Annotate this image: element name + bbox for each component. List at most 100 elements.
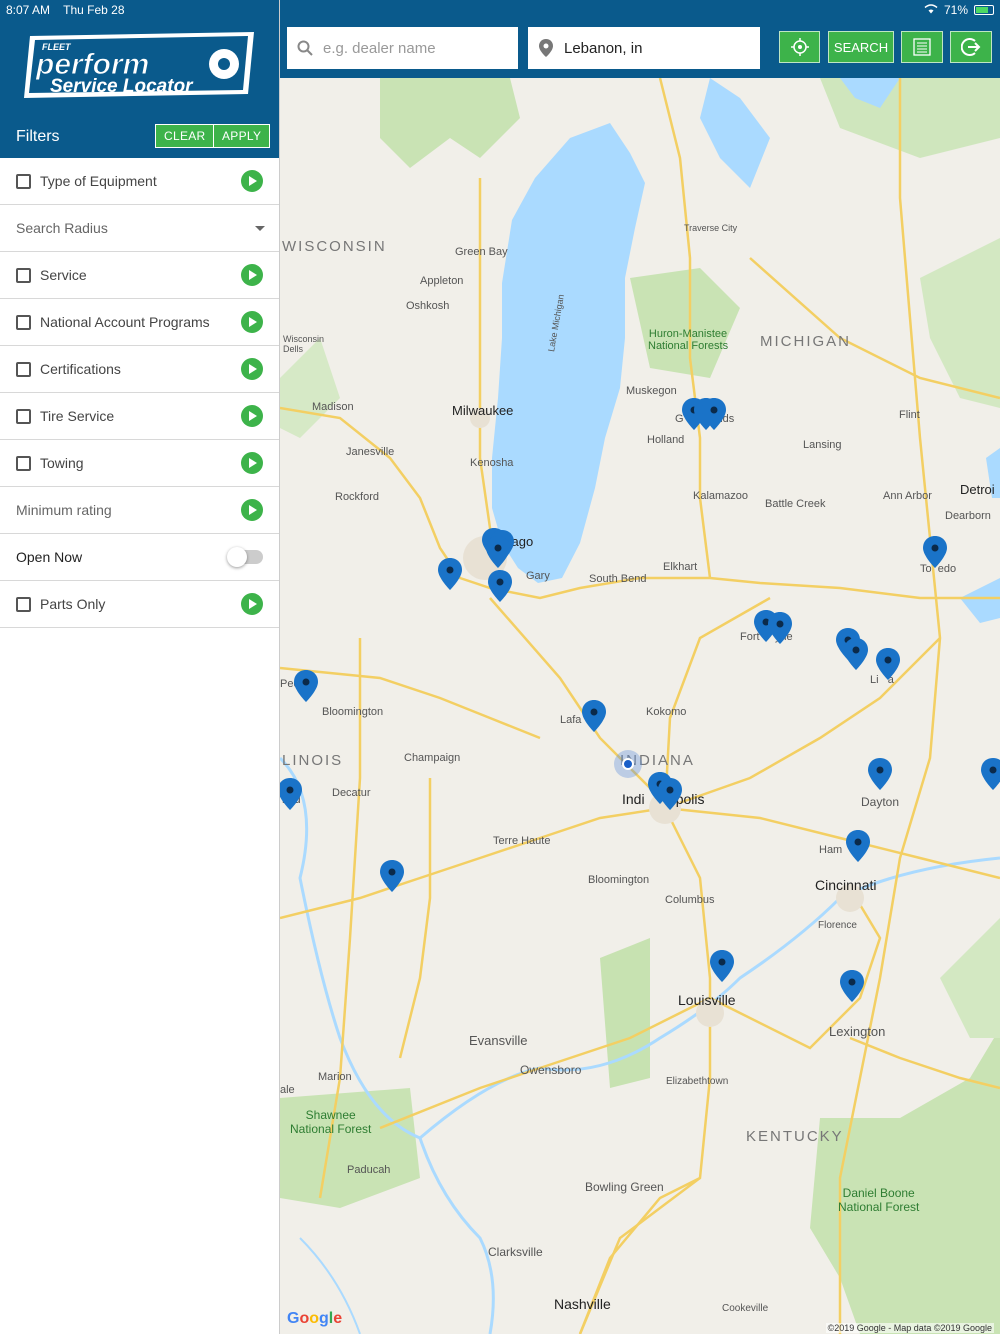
map-label: Decatur bbox=[332, 787, 371, 799]
open-now-toggle[interactable] bbox=[227, 547, 263, 567]
current-location-icon bbox=[614, 750, 642, 778]
map-pin-icon[interactable] bbox=[923, 536, 947, 568]
map-label: Ham bbox=[819, 844, 843, 856]
map-label: Milwaukee bbox=[452, 403, 514, 418]
expand-arrow-icon[interactable] bbox=[241, 405, 263, 427]
app-logo: FLEET perform Service Locator bbox=[24, 32, 254, 98]
checkbox[interactable] bbox=[16, 455, 31, 471]
list-icon bbox=[913, 38, 931, 56]
map-pin-icon[interactable] bbox=[768, 612, 792, 644]
expand-arrow-icon[interactable] bbox=[241, 264, 263, 286]
filter-label: National Account Programs bbox=[40, 314, 210, 330]
sidebar: FLEET perform Service Locator Filters CL… bbox=[0, 0, 280, 1334]
filter-open-now[interactable]: Open Now bbox=[0, 534, 279, 581]
map-pin-icon[interactable] bbox=[582, 700, 606, 732]
filter-parts-only[interactable]: Parts Only bbox=[0, 581, 279, 628]
filter-label: Minimum rating bbox=[16, 502, 112, 518]
map-label: Dearborn bbox=[945, 510, 991, 522]
expand-arrow-icon[interactable] bbox=[241, 499, 263, 521]
map-label: Kokomo bbox=[646, 706, 687, 718]
clear-button[interactable]: CLEAR bbox=[155, 124, 215, 148]
expand-arrow-icon[interactable] bbox=[241, 170, 263, 192]
map-label: Ann Arbor bbox=[883, 490, 932, 502]
map-label: Traverse City bbox=[684, 223, 738, 233]
chevron-down-icon[interactable] bbox=[255, 225, 265, 231]
filter-towing[interactable]: Towing bbox=[0, 440, 279, 487]
svg-text:Service Locator: Service Locator bbox=[50, 76, 194, 97]
map-pin-icon[interactable] bbox=[486, 536, 510, 568]
map-label: Bowling Green bbox=[585, 1180, 664, 1194]
location-input[interactable] bbox=[564, 39, 744, 57]
location-search-field[interactable] bbox=[528, 27, 760, 69]
checkbox[interactable] bbox=[16, 173, 31, 189]
map-label: Janesville bbox=[346, 446, 395, 458]
map-pin-icon[interactable] bbox=[294, 670, 318, 702]
map-label: Daniel Boone National Forest bbox=[838, 1186, 920, 1214]
map-label: Paducah bbox=[347, 1164, 391, 1176]
map-pin-icon[interactable] bbox=[438, 558, 462, 590]
map-label: Lexington bbox=[829, 1024, 886, 1039]
map-pin-icon[interactable] bbox=[981, 758, 1000, 790]
filter-label: Towing bbox=[40, 455, 84, 471]
map-label: Wisconsin Dells bbox=[283, 334, 325, 354]
checkbox[interactable] bbox=[16, 408, 31, 424]
map-pin-icon[interactable] bbox=[710, 950, 734, 982]
list-view-button[interactable] bbox=[901, 31, 943, 63]
map-label: MICHIGAN bbox=[760, 333, 851, 350]
map-label: Elizabethtown bbox=[666, 1076, 729, 1087]
filter-label: Type of Equipment bbox=[40, 173, 157, 189]
filter-minimum-rating[interactable]: Minimum rating bbox=[0, 487, 279, 534]
map-label: Owensboro bbox=[520, 1063, 582, 1077]
map-view[interactable]: WISCONSIN MICHIGAN INDIANA LINOIS KENTUC… bbox=[280, 78, 1000, 1334]
map-credit: ©2019 Google - Map data ©2019 Google bbox=[825, 1323, 994, 1333]
status-time: 8:07 AM bbox=[6, 3, 51, 17]
map-label: Marion bbox=[318, 1071, 352, 1083]
expand-arrow-icon[interactable] bbox=[241, 593, 263, 615]
map-pin-icon[interactable] bbox=[380, 860, 404, 892]
map-pin-icon[interactable] bbox=[844, 638, 868, 670]
checkbox[interactable] bbox=[16, 314, 31, 330]
checkbox[interactable] bbox=[16, 267, 31, 283]
filter-service[interactable]: Service bbox=[0, 252, 279, 299]
map-pin-icon[interactable] bbox=[876, 648, 900, 680]
checkbox[interactable] bbox=[16, 361, 31, 377]
location-pin-icon bbox=[528, 39, 564, 57]
filter-type-of-equipment[interactable]: Type of Equipment bbox=[0, 158, 279, 205]
map-pin-icon[interactable] bbox=[702, 398, 726, 430]
map-label: Gary bbox=[526, 570, 550, 582]
map-label: LINOIS bbox=[282, 752, 344, 769]
map-pin-icon[interactable] bbox=[280, 778, 302, 810]
map-label: KENTUCKY bbox=[746, 1128, 844, 1145]
filter-tire-service[interactable]: Tire Service bbox=[0, 393, 279, 440]
map-pin-icon[interactable] bbox=[840, 970, 864, 1002]
map-pin-icon[interactable] bbox=[658, 778, 682, 810]
expand-arrow-icon[interactable] bbox=[241, 358, 263, 380]
map-label: ale bbox=[280, 1084, 295, 1096]
dealer-search-field[interactable] bbox=[287, 27, 518, 69]
wifi-icon bbox=[924, 3, 938, 17]
locate-me-button[interactable] bbox=[779, 31, 820, 63]
map-pin-icon[interactable] bbox=[488, 570, 512, 602]
map-label: Bloomington bbox=[588, 874, 650, 886]
logout-button[interactable] bbox=[950, 31, 992, 63]
filter-search-radius[interactable]: Search Radius bbox=[0, 205, 279, 252]
map-label: Terre Haute bbox=[493, 835, 551, 847]
filter-label: Parts Only bbox=[40, 596, 106, 612]
map-label: Kalamazoo bbox=[693, 490, 749, 502]
expand-arrow-icon[interactable] bbox=[241, 452, 263, 474]
map-label: Detroi bbox=[960, 482, 995, 497]
map-label: Green Bay bbox=[455, 246, 508, 258]
map-label: Evansville bbox=[469, 1033, 528, 1048]
map-pin-icon[interactable] bbox=[846, 830, 870, 862]
checkbox[interactable] bbox=[16, 596, 31, 612]
apply-button[interactable]: APPLY bbox=[213, 124, 271, 148]
filter-certifications[interactable]: Certifications bbox=[0, 346, 279, 393]
search-button[interactable]: SEARCH bbox=[828, 31, 894, 63]
expand-arrow-icon[interactable] bbox=[241, 311, 263, 333]
map-label: Muskegon bbox=[626, 385, 677, 397]
map-label: Florence bbox=[818, 920, 857, 931]
map-label: Bloomington bbox=[322, 706, 384, 718]
filter-national-account-programs[interactable]: National Account Programs bbox=[0, 299, 279, 346]
dealer-name-input[interactable] bbox=[323, 39, 503, 57]
map-pin-icon[interactable] bbox=[868, 758, 892, 790]
